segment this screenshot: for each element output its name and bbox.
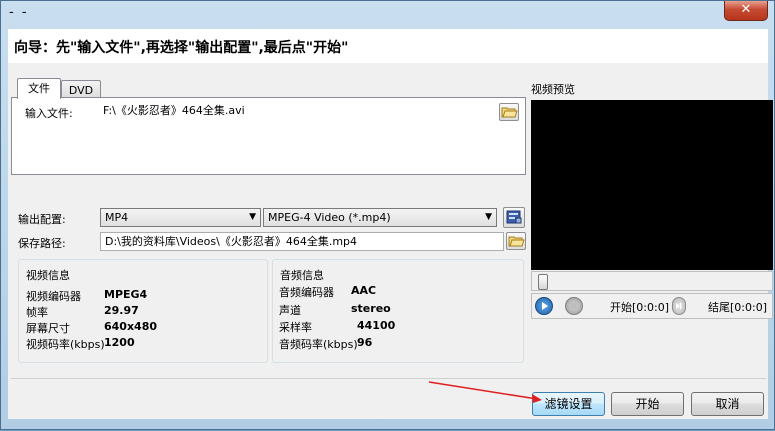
player-controls: 开始[0:0:0] 结尾[0:0:0] (531, 293, 773, 319)
next-icon (676, 303, 682, 309)
audio-codec-value: AAC (351, 284, 377, 297)
audio-bitrate-label: 音频码率(kbps) (279, 338, 358, 351)
output-format-value: MP4 (105, 211, 129, 224)
wizard-banner: 向导：先"输入文件",再选择"输出配置",最后点"开始" (8, 29, 768, 64)
screen-size-label: 屏幕尺寸 (26, 322, 70, 335)
sample-rate-label: 采样率 (279, 321, 312, 334)
start-button-label: 开始 (635, 397, 660, 411)
output-format-select[interactable]: MP4 ▼ (100, 208, 261, 227)
input-file-label: 输入文件: (25, 107, 73, 120)
footer-divider (11, 378, 766, 379)
screen-size-value: 640x480 (104, 320, 158, 333)
save-path-browse-button[interactable] (506, 232, 526, 250)
channels-label: 声道 (279, 304, 301, 317)
video-codec-value: MPEG4 (104, 288, 148, 301)
output-config-label: 输出配置: (18, 213, 66, 226)
sample-rate-value: 44100 (357, 319, 396, 332)
cancel-button[interactable]: 取消 (691, 392, 764, 416)
tab-dvd-label: DVD (68, 84, 94, 97)
folder-open-icon (501, 107, 518, 118)
close-button[interactable]: ✕ (724, 1, 768, 21)
seek-thumb[interactable] (538, 274, 548, 290)
audio-codec-label: 音频编码器 (279, 286, 334, 299)
wizard-text: 向导：先"输入文件",再选择"输出配置",最后点"开始" (14, 40, 349, 56)
play-icon (542, 302, 548, 310)
video-bitrate-label: 视频码率(kbps) (26, 338, 105, 351)
settings-icon (506, 210, 522, 224)
audio-info-title: 音频信息 (278, 267, 326, 283)
input-file-browse-button[interactable] (499, 103, 519, 121)
input-file-field[interactable]: F:\《火影忍者》464全集.avi (99, 102, 521, 121)
folder-open-icon (508, 236, 525, 247)
title-bar[interactable]: - - ✕ (1, 1, 774, 29)
stop-button[interactable] (565, 297, 583, 315)
play-button[interactable] (535, 297, 553, 315)
tab-file-label: 文件 (28, 82, 50, 95)
video-codec-label: 视频编码器 (26, 290, 81, 303)
frame-rate-label: 帧率 (26, 306, 48, 319)
cancel-button-label: 取消 (715, 397, 740, 411)
filter-settings-label: 滤镜设置 (544, 397, 593, 411)
end-time-label: 结尾[0:0:0] (708, 301, 767, 314)
close-icon: ✕ (740, 2, 752, 17)
channels-value: stereo (351, 302, 391, 315)
filter-settings-button[interactable]: 滤镜设置 (532, 392, 605, 416)
stop-icon (571, 303, 577, 309)
preview-label: 视频预览 (531, 83, 575, 96)
chevron-down-icon: ▼ (485, 212, 492, 222)
video-bitrate-value: 1200 (104, 336, 135, 349)
tab-file[interactable]: 文件 (17, 78, 61, 99)
video-info-title: 视频信息 (24, 267, 72, 283)
start-button[interactable]: 开始 (611, 392, 684, 416)
video-preview (531, 100, 773, 270)
output-preset-select[interactable]: MPEG-4 Video (*.mp4) ▼ (263, 208, 497, 227)
seek-bar[interactable] (531, 271, 773, 291)
frame-rate-value: 29.97 (104, 304, 139, 317)
audio-bitrate-value: 96 (357, 336, 373, 349)
save-path-label: 保存路径: (18, 237, 66, 250)
output-settings-button[interactable] (503, 207, 525, 228)
chevron-down-icon: ▼ (249, 212, 256, 222)
output-preset-value: MPEG-4 Video (*.mp4) (268, 211, 391, 224)
window-title: - - (9, 5, 29, 20)
app-window: - - ✕ 向导：先"输入文件",再选择"输出配置",最后点"开始" 文件 DV… (0, 0, 775, 430)
next-button[interactable] (672, 297, 686, 315)
start-time-label: 开始[0:0:0] (610, 301, 669, 314)
save-path-field[interactable]: D:\我的资料库\Videos\《火影忍者》464全集.mp4 (100, 232, 504, 251)
